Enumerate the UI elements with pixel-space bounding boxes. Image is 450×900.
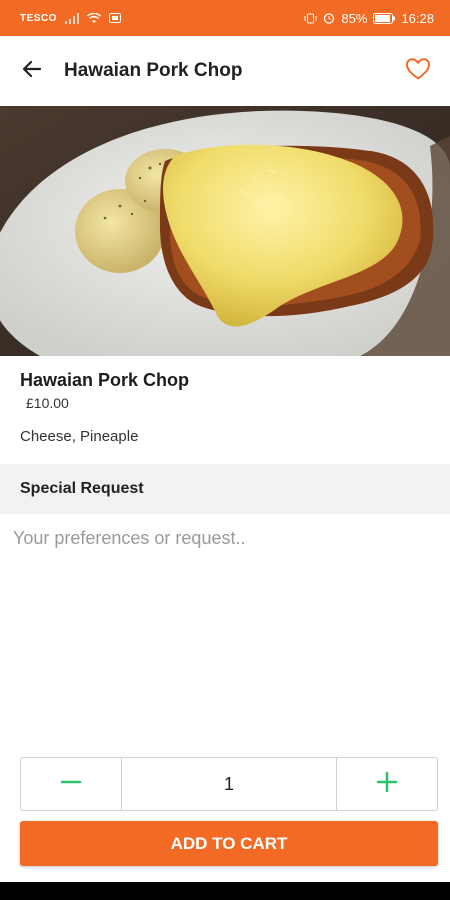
add-to-cart-button[interactable]: ADD TO CART (20, 821, 438, 866)
system-nav-bar (0, 882, 450, 900)
product-price: £10.00 (26, 395, 69, 411)
data-icon (108, 13, 121, 23)
minus-icon (60, 771, 82, 798)
carrier-name: TESCO (20, 12, 57, 24)
status-bar: TESCO 85% 16:28 (0, 0, 450, 36)
product-name: Hawaian Pork Chop (20, 370, 190, 390)
quantity-value: 1 (121, 758, 337, 810)
decrement-button[interactable] (21, 758, 121, 810)
quantity-stepper: 1 (20, 757, 438, 811)
favorite-button[interactable] (404, 57, 432, 85)
product-info: Hawaian Pork Chop £10.00 Cheese, Pineapl… (0, 356, 450, 464)
product-description: Cheese, Pineaple (20, 428, 139, 445)
signal-icon (64, 12, 79, 24)
arrow-left-icon (20, 57, 44, 86)
wifi-icon (86, 12, 101, 24)
battery-percent: 85% (341, 10, 368, 26)
app-bar: Hawaian Pork Chop (0, 36, 450, 106)
clock: 16:28 (401, 10, 434, 26)
increment-button[interactable] (337, 758, 437, 810)
special-request-header: Special Request (0, 464, 450, 514)
heart-outline-icon (405, 57, 431, 86)
vibrate-icon (304, 13, 317, 24)
page-title: Hawaian Pork Chop (64, 60, 243, 81)
back-button[interactable] (18, 57, 46, 85)
special-request-input[interactable] (0, 514, 450, 744)
alarm-icon (323, 12, 335, 24)
product-image (0, 106, 450, 356)
battery-icon (373, 12, 396, 24)
plus-icon (376, 771, 398, 798)
